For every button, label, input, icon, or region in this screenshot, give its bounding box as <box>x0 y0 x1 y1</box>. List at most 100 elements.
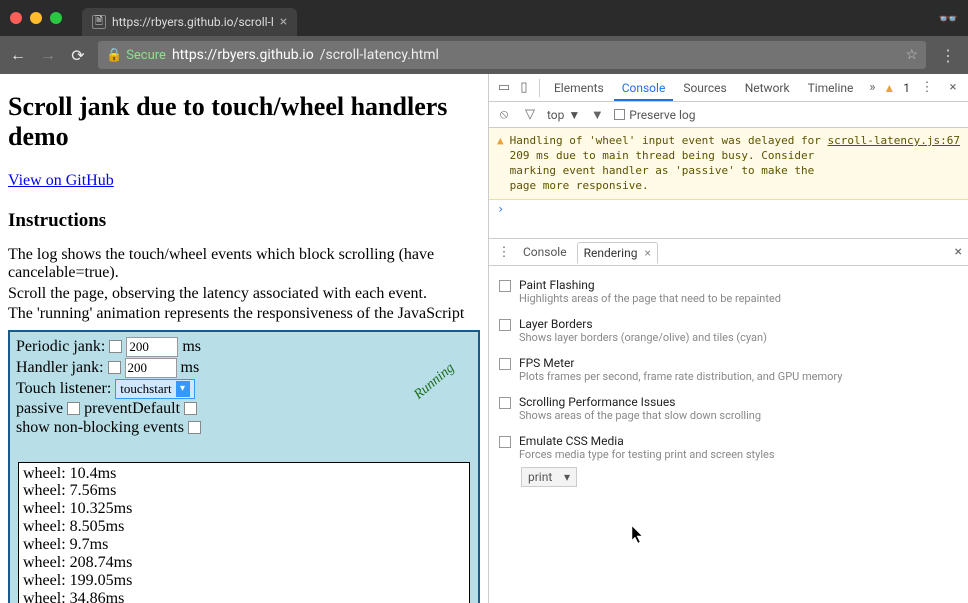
periodic-jank-input[interactable]: 200 <box>126 337 178 357</box>
tab-timeline[interactable]: Timeline <box>800 75 862 101</box>
event-log[interactable]: wheel: 10.4mswheel: 7.56mswheel: 10.325m… <box>18 462 470 603</box>
css-media-select[interactable]: print ▾ <box>521 467 577 487</box>
rendering-option-title: Scrolling Performance Issues <box>519 395 761 409</box>
drawer-tab-close-icon[interactable]: × <box>644 246 650 260</box>
drawer-tab-console[interactable]: Console <box>515 239 575 265</box>
rendering-option: Layer BordersShows layer borders (orange… <box>499 311 958 350</box>
rendering-panel: Paint FlashingHighlights areas of the pa… <box>489 266 968 493</box>
log-line: wheel: 199.05ms <box>23 572 465 590</box>
clear-console-icon[interactable]: ⦸ <box>495 106 513 124</box>
instructions-text-1: The log shows the touch/wheel events whi… <box>8 246 480 283</box>
console-prompt[interactable]: › <box>489 200 968 218</box>
periodic-jank-unit: ms <box>182 338 201 356</box>
inspect-element-icon[interactable]: ▭ <box>495 79 513 97</box>
back-button[interactable]: ← <box>8 45 28 65</box>
chevron-down-icon: ▼ <box>568 108 580 122</box>
preserve-log-label: Preserve log <box>629 108 695 122</box>
rendering-option-desc: Highlights areas of the page that need t… <box>519 292 781 305</box>
device-mode-icon[interactable]: ▯ <box>515 79 533 97</box>
address-bar[interactable]: 🔒 Secure https://rbyers.github.io/scroll… <box>98 41 926 69</box>
window-minimize-button[interactable] <box>30 12 42 24</box>
log-line: wheel: 10.4ms <box>23 465 465 483</box>
rendering-option-desc: Forces media type for testing print and … <box>519 448 775 461</box>
devtools-tabstrip: ▭ ▯ Elements Console Sources Network Tim… <box>489 74 968 102</box>
chevron-down-icon: ▾ <box>564 470 570 484</box>
tab-console[interactable]: Console <box>614 75 674 101</box>
handler-jank-label: Handler jank: <box>16 359 104 377</box>
tab-sources[interactable]: Sources <box>675 75 734 101</box>
touch-listener-value: touchstart <box>120 381 171 397</box>
touch-listener-select[interactable]: touchstart ▾ <box>115 379 194 399</box>
log-line: wheel: 10.325ms <box>23 500 465 518</box>
devtools-panel: ▭ ▯ Elements Console Sources Network Tim… <box>488 74 968 603</box>
handler-jank-input[interactable]: 200 <box>125 358 177 378</box>
log-line: wheel: 208.74ms <box>23 554 465 572</box>
devtools-close-button[interactable]: × <box>944 79 962 97</box>
drawer-close-button[interactable]: × <box>955 244 962 260</box>
chrome-menu-button[interactable]: ⋮ <box>936 46 960 65</box>
drawer-tab-rendering[interactable]: Rendering × <box>577 242 658 264</box>
passive-checkbox[interactable] <box>67 402 80 415</box>
window-traffic-lights <box>10 12 62 24</box>
css-media-value: print <box>528 470 552 484</box>
rendering-option: Emulate CSS MediaForces media type for t… <box>499 428 958 467</box>
warning-count: 1 <box>903 81 910 95</box>
rendering-checkbox[interactable] <box>499 358 511 370</box>
drawer-tabstrip: ⋮ Console Rendering × × <box>489 238 968 266</box>
tab-favicon: 🗎 <box>92 15 106 29</box>
console-warning-source[interactable]: scroll-latency.js:67 <box>828 134 960 193</box>
window-zoom-button[interactable] <box>50 12 62 24</box>
page-content: Scroll jank due to touch/wheel handlers … <box>0 74 488 603</box>
periodic-jank-label: Periodic jank: <box>16 338 105 356</box>
rendering-option-title: Paint Flashing <box>519 278 781 292</box>
tabs-overflow-icon[interactable]: » <box>863 79 881 97</box>
preserve-log-checkbox[interactable] <box>614 109 625 120</box>
tab-close-button[interactable]: × <box>280 14 287 30</box>
mouse-cursor <box>632 526 644 544</box>
drawer-menu-icon[interactable]: ⋮ <box>495 243 513 261</box>
log-line: wheel: 8.505ms <box>23 518 465 536</box>
bookmark-star-icon[interactable]: ☆ <box>905 47 918 63</box>
rendering-option-desc: Shows layer borders (orange/olive) and t… <box>519 331 767 344</box>
instructions-heading: Instructions <box>8 210 480 232</box>
page-title: Scroll jank due to touch/wheel handlers … <box>8 92 480 152</box>
passive-label: passive <box>16 400 63 418</box>
console-toolbar: ⦸ ▽ top ▼ ▼ Preserve log <box>489 102 968 128</box>
filter-level-icon[interactable]: ▼ <box>588 106 606 124</box>
rendering-option-title: FPS Meter <box>519 356 843 370</box>
toolbar: ← → ⟳ 🔒 Secure https://rbyers.github.io/… <box>0 36 968 74</box>
nonblocking-checkbox[interactable] <box>188 421 201 434</box>
rendering-option: Paint FlashingHighlights areas of the pa… <box>499 272 958 311</box>
tab-elements[interactable]: Elements <box>546 75 612 101</box>
browser-tab[interactable]: 🗎 https://rbyers.github.io/scroll-l × <box>82 8 297 36</box>
log-line: wheel: 7.56ms <box>23 482 465 500</box>
rendering-checkbox[interactable] <box>499 319 511 331</box>
devtools-settings-icon[interactable]: ⋮ <box>918 79 936 97</box>
log-line: wheel: 34.86ms <box>23 590 465 603</box>
url-host: https://rbyers.github.io <box>172 47 314 63</box>
rendering-checkbox[interactable] <box>499 397 511 409</box>
github-link[interactable]: View on GitHub <box>8 172 114 189</box>
tab-title: https://rbyers.github.io/scroll-l <box>112 15 274 29</box>
tab-network[interactable]: Network <box>737 75 798 101</box>
forward-button[interactable]: → <box>38 45 58 65</box>
touch-listener-label: Touch listener: <box>16 380 111 398</box>
filter-icon[interactable]: ▽ <box>521 106 539 124</box>
secure-badge[interactable]: 🔒 Secure <box>106 48 166 63</box>
console-warning-text: Handling of 'wheel' input event was dela… <box>510 134 822 193</box>
rendering-checkbox[interactable] <box>499 436 511 448</box>
periodic-jank-checkbox[interactable] <box>109 340 122 353</box>
preventdefault-checkbox[interactable] <box>184 402 197 415</box>
secure-label: Secure <box>126 48 166 63</box>
context-selector[interactable]: top ▼ <box>547 108 580 122</box>
window-close-button[interactable] <box>10 12 22 24</box>
rendering-checkbox[interactable] <box>499 280 511 292</box>
warning-triangle-icon[interactable]: ▲ <box>883 81 895 95</box>
handler-jank-checkbox[interactable] <box>108 361 121 374</box>
demo-panel: Periodic jank: 200 ms Handler jank: 200 … <box>8 330 480 603</box>
instructions-text-3: The 'running' animation represents the r… <box>8 305 480 323</box>
window-title-bar: 🗎 https://rbyers.github.io/scroll-l × 👓 <box>0 0 968 36</box>
reload-button[interactable]: ⟳ <box>68 46 88 65</box>
rendering-option-title: Layer Borders <box>519 317 767 331</box>
lock-icon: 🔒 <box>106 48 122 63</box>
